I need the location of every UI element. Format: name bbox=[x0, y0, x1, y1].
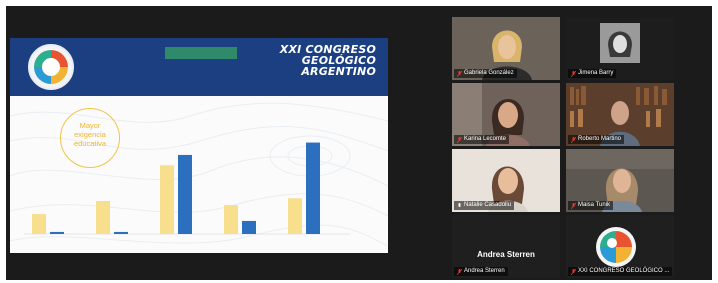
chart-bar bbox=[160, 165, 174, 234]
chart-bar bbox=[32, 214, 46, 234]
shared-screen-slide: XXI CONGRESO GEOLÓGICO ARGENTINO Mayor e… bbox=[10, 38, 388, 253]
slide-title: XXI CONGRESO GEOLÓGICO ARGENTINO bbox=[256, 44, 376, 77]
congress-logo bbox=[28, 44, 74, 90]
chart-bar bbox=[114, 231, 128, 234]
chart-bar bbox=[224, 205, 238, 234]
slide-title-line: ARGENTINO bbox=[301, 65, 376, 78]
university-badge bbox=[165, 47, 237, 59]
zoom-meeting-window: XXI CONGRESO GEOLÓGICO ARGENTINO Mayor e… bbox=[6, 6, 712, 280]
chart-bar bbox=[96, 201, 110, 234]
muted-mic-icon bbox=[457, 136, 462, 143]
participant-tile[interactable]: Maisa Tunik bbox=[566, 149, 674, 212]
chart-bar bbox=[288, 198, 302, 234]
muted-mic-icon bbox=[571, 268, 576, 275]
participant-tile[interactable]: Roberto Martino bbox=[566, 83, 674, 146]
participant-tile-active-speaker[interactable]: Natalie Casadoliu bbox=[452, 149, 560, 212]
participant-name: Natalie Casadoliu bbox=[454, 201, 515, 210]
participant-name: Karina Lecomte bbox=[454, 135, 510, 144]
mic-icon bbox=[458, 202, 461, 207]
participant-name: XXI CONGRESO GEOLÓGICO ... bbox=[568, 267, 673, 276]
participant-display-name: Andrea Sterren bbox=[477, 250, 535, 259]
slide-header: XXI CONGRESO GEOLÓGICO ARGENTINO bbox=[10, 38, 388, 96]
participant-name: Maisa Tunik bbox=[568, 201, 614, 210]
chart-bar bbox=[178, 154, 192, 234]
muted-mic-icon bbox=[457, 70, 462, 77]
participant-tile[interactable]: XXI CONGRESO GEOLÓGICO ... bbox=[566, 215, 674, 278]
chart-bar bbox=[306, 142, 320, 234]
slide-body: Mayor exigencia educativa bbox=[10, 96, 388, 253]
participant-name: Gabriela González bbox=[454, 69, 517, 78]
chart-bar bbox=[50, 231, 64, 234]
participant-tile[interactable]: Jimena Barry bbox=[566, 17, 674, 80]
participant-tile[interactable]: Karina Lecomte bbox=[452, 83, 560, 146]
participant-tile-no-video[interactable]: Andrea Sterren Andrea Sterren bbox=[452, 215, 560, 278]
muted-mic-icon bbox=[571, 202, 576, 209]
bar-chart bbox=[24, 142, 350, 235]
muted-mic-icon bbox=[571, 70, 576, 77]
participant-name: Jimena Barry bbox=[568, 69, 617, 78]
participant-name: Andrea Sterren bbox=[454, 267, 508, 276]
muted-mic-icon bbox=[571, 136, 576, 143]
participant-tile[interactable]: Gabriela González bbox=[452, 17, 560, 80]
participant-name: Roberto Martino bbox=[568, 135, 625, 144]
congress-logo bbox=[596, 227, 636, 267]
muted-mic-icon bbox=[457, 268, 462, 275]
chart-bar bbox=[242, 220, 256, 234]
